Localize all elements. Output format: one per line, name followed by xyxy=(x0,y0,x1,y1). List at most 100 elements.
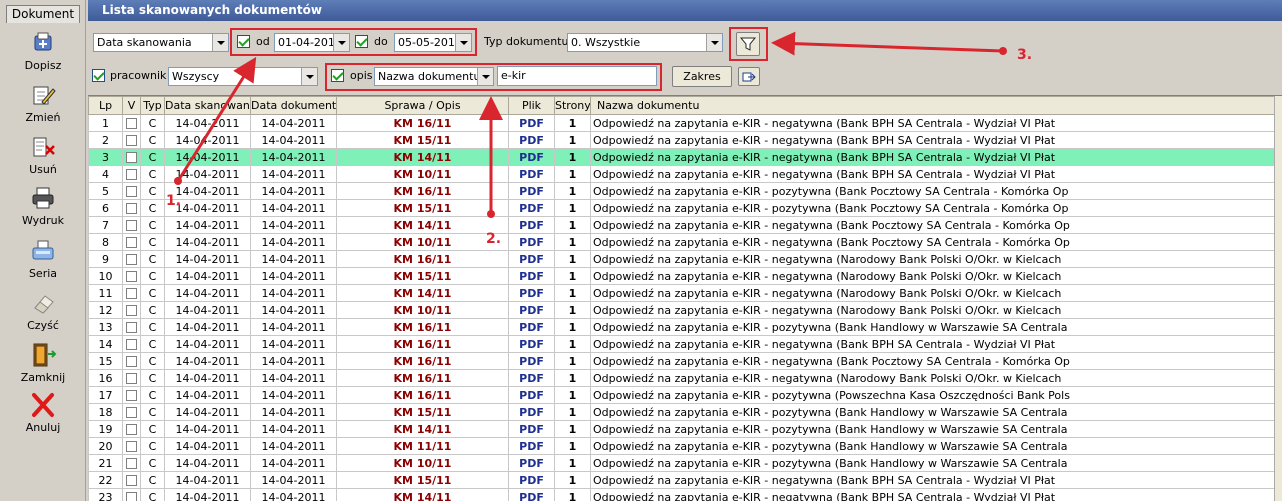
row-checkbox[interactable] xyxy=(126,152,137,163)
zakres-button[interactable]: Zakres xyxy=(672,66,732,87)
table-row[interactable]: 14 C 14-04-2011 14-04-2011 KM 16/11 PDF 1 Odpow… xyxy=(88,335,1275,353)
table-row[interactable]: 1 C 14-04-2011 14-04-2011 KM 16/11 PDF 1 Odpowi… xyxy=(88,114,1275,132)
chevron-down-icon[interactable] xyxy=(706,34,722,51)
table-row[interactable]: 21 C 14-04-2011 14-04-2011 KM 10/11 PDF 1 Odpow… xyxy=(88,454,1275,472)
table-row[interactable]: 2 C 14-04-2011 14-04-2011 KM 15/11 PDF 1 Odpowi… xyxy=(88,131,1275,149)
col-header-nazwa-dokumentu[interactable]: Nazwa dokumentu xyxy=(590,96,1275,115)
cell-v[interactable] xyxy=(122,250,141,268)
table-row[interactable]: 19 C 14-04-2011 14-04-2011 KM 14/11 PDF 1 Odpow… xyxy=(88,420,1275,438)
col-header-lp[interactable]: Lp xyxy=(88,96,123,115)
cell-v[interactable] xyxy=(122,437,141,455)
row-checkbox[interactable] xyxy=(126,220,137,231)
row-checkbox[interactable] xyxy=(126,254,137,265)
col-header-typ[interactable]: Typ xyxy=(140,96,165,115)
dopisz-button[interactable]: Dopisz xyxy=(2,30,84,80)
col-header-v[interactable]: V xyxy=(122,96,141,115)
table-row[interactable]: 18 C 14-04-2011 14-04-2011 KM 15/11 PDF 1 Odpow… xyxy=(88,403,1275,421)
cell-v[interactable] xyxy=(122,165,141,183)
row-checkbox[interactable] xyxy=(126,237,137,248)
row-checkbox[interactable] xyxy=(126,339,137,350)
cell-v[interactable] xyxy=(122,182,141,200)
table-row[interactable]: 12 C 14-04-2011 14-04-2011 KM 10/11 PDF 1 Odpow… xyxy=(88,301,1275,319)
pracownik-select[interactable]: Wszyscy xyxy=(168,67,318,86)
opis-search-input[interactable]: e-kir xyxy=(497,66,657,86)
row-checkbox[interactable] xyxy=(126,441,137,452)
cell-v[interactable] xyxy=(122,301,141,319)
row-checkbox[interactable] xyxy=(126,322,137,333)
row-checkbox[interactable] xyxy=(126,288,137,299)
filter-button[interactable] xyxy=(736,32,760,56)
cell-v[interactable] xyxy=(122,488,141,501)
cell-v[interactable] xyxy=(122,114,141,132)
vertical-scrollbar[interactable] xyxy=(1274,96,1282,501)
col-header-plik[interactable]: Plik xyxy=(508,96,555,115)
cell-v[interactable] xyxy=(122,352,141,370)
cell-v[interactable] xyxy=(122,454,141,472)
row-checkbox[interactable] xyxy=(126,492,137,501)
table-row[interactable]: 23 C 14-04-2011 14-04-2011 KM 14/11 PDF 1 Odpow… xyxy=(88,488,1275,501)
do-date-input[interactable]: 05-05-2011 xyxy=(394,33,472,52)
table-row[interactable]: 16 C 14-04-2011 14-04-2011 KM 16/11 PDF 1 Odpow… xyxy=(88,369,1275,387)
opis-field-select[interactable]: Nazwa dokumentu xyxy=(374,67,494,86)
table-row[interactable]: 9 C 14-04-2011 14-04-2011 KM 16/11 PDF 1 Odpowi… xyxy=(88,250,1275,268)
od-date-input[interactable]: 01-04-2011 xyxy=(274,33,350,52)
row-checkbox[interactable] xyxy=(126,271,137,282)
zamknij-button[interactable]: Zamknij xyxy=(2,342,84,392)
cell-v[interactable] xyxy=(122,471,141,489)
cell-v[interactable] xyxy=(122,403,141,421)
row-checkbox[interactable] xyxy=(126,390,137,401)
cell-v[interactable] xyxy=(122,284,141,302)
usun-button[interactable]: Usuń xyxy=(2,134,84,184)
col-header-data-skanowania[interactable]: Data skanowania xyxy=(164,96,251,115)
table-row[interactable]: 3 C 14-04-2011 14-04-2011 KM 14/11 PDF 1 Odpowi… xyxy=(88,148,1275,166)
pracownik-checkbox[interactable] xyxy=(92,69,105,82)
row-checkbox[interactable] xyxy=(126,407,137,418)
row-checkbox[interactable] xyxy=(126,424,137,435)
table-row[interactable]: 10 C 14-04-2011 14-04-2011 KM 15/11 PDF 1 Odpow… xyxy=(88,267,1275,285)
cell-v[interactable] xyxy=(122,216,141,234)
row-checkbox[interactable] xyxy=(126,169,137,180)
tab-dokument[interactable]: Dokument xyxy=(6,5,80,23)
cell-v[interactable] xyxy=(122,420,141,438)
opis-checkbox[interactable] xyxy=(331,69,344,82)
chevron-down-icon[interactable] xyxy=(301,68,317,85)
od-checkbox[interactable] xyxy=(237,35,250,48)
cell-v[interactable] xyxy=(122,318,141,336)
czysc-button[interactable]: Czyść xyxy=(2,290,84,340)
zmien-button[interactable]: Zmień xyxy=(2,82,84,132)
chevron-down-icon[interactable] xyxy=(477,68,493,85)
cell-v[interactable] xyxy=(122,148,141,166)
table-row[interactable]: 7 C 14-04-2011 14-04-2011 KM 14/11 PDF 1 Odpowi… xyxy=(88,216,1275,234)
table-row[interactable]: 11 C 14-04-2011 14-04-2011 KM 14/11 PDF 1 Odpow… xyxy=(88,284,1275,302)
row-checkbox[interactable] xyxy=(126,135,137,146)
date-field-select[interactable]: Data skanowania xyxy=(93,33,229,52)
table-row[interactable]: 22 C 14-04-2011 14-04-2011 KM 15/11 PDF 1 Odpow… xyxy=(88,471,1275,489)
anuluj-button[interactable]: Anuluj xyxy=(2,392,84,442)
row-checkbox[interactable] xyxy=(126,186,137,197)
cell-v[interactable] xyxy=(122,199,141,217)
chevron-down-icon[interactable] xyxy=(212,34,228,51)
cell-v[interactable] xyxy=(122,369,141,387)
cell-v[interactable] xyxy=(122,386,141,404)
table-row[interactable]: 4 C 14-04-2011 14-04-2011 KM 10/11 PDF 1 Odpowi… xyxy=(88,165,1275,183)
typ-select[interactable]: 0. Wszystkie xyxy=(567,33,723,52)
row-checkbox[interactable] xyxy=(126,373,137,384)
row-checkbox[interactable] xyxy=(126,203,137,214)
table-row[interactable]: 8 C 14-04-2011 14-04-2011 KM 10/11 PDF 1 Odpowi… xyxy=(88,233,1275,251)
row-checkbox[interactable] xyxy=(126,475,137,486)
row-checkbox[interactable] xyxy=(126,356,137,367)
row-checkbox[interactable] xyxy=(126,458,137,469)
chevron-down-icon[interactable] xyxy=(333,34,349,51)
col-header-sprawa-opis[interactable]: Sprawa / Opis xyxy=(336,96,509,115)
export-button[interactable] xyxy=(738,67,760,86)
col-header-strony[interactable]: Strony xyxy=(554,96,591,115)
row-checkbox[interactable] xyxy=(126,118,137,129)
cell-v[interactable] xyxy=(122,267,141,285)
table-row[interactable]: 15 C 14-04-2011 14-04-2011 KM 16/11 PDF 1 Odpow… xyxy=(88,352,1275,370)
table-row[interactable]: 13 C 14-04-2011 14-04-2011 KM 16/11 PDF 1 Odpow… xyxy=(88,318,1275,336)
wydruk-button[interactable]: Wydruk xyxy=(2,185,84,235)
chevron-down-icon[interactable] xyxy=(455,34,471,51)
seria-button[interactable]: Seria xyxy=(2,238,84,288)
cell-v[interactable] xyxy=(122,335,141,353)
cell-v[interactable] xyxy=(122,131,141,149)
